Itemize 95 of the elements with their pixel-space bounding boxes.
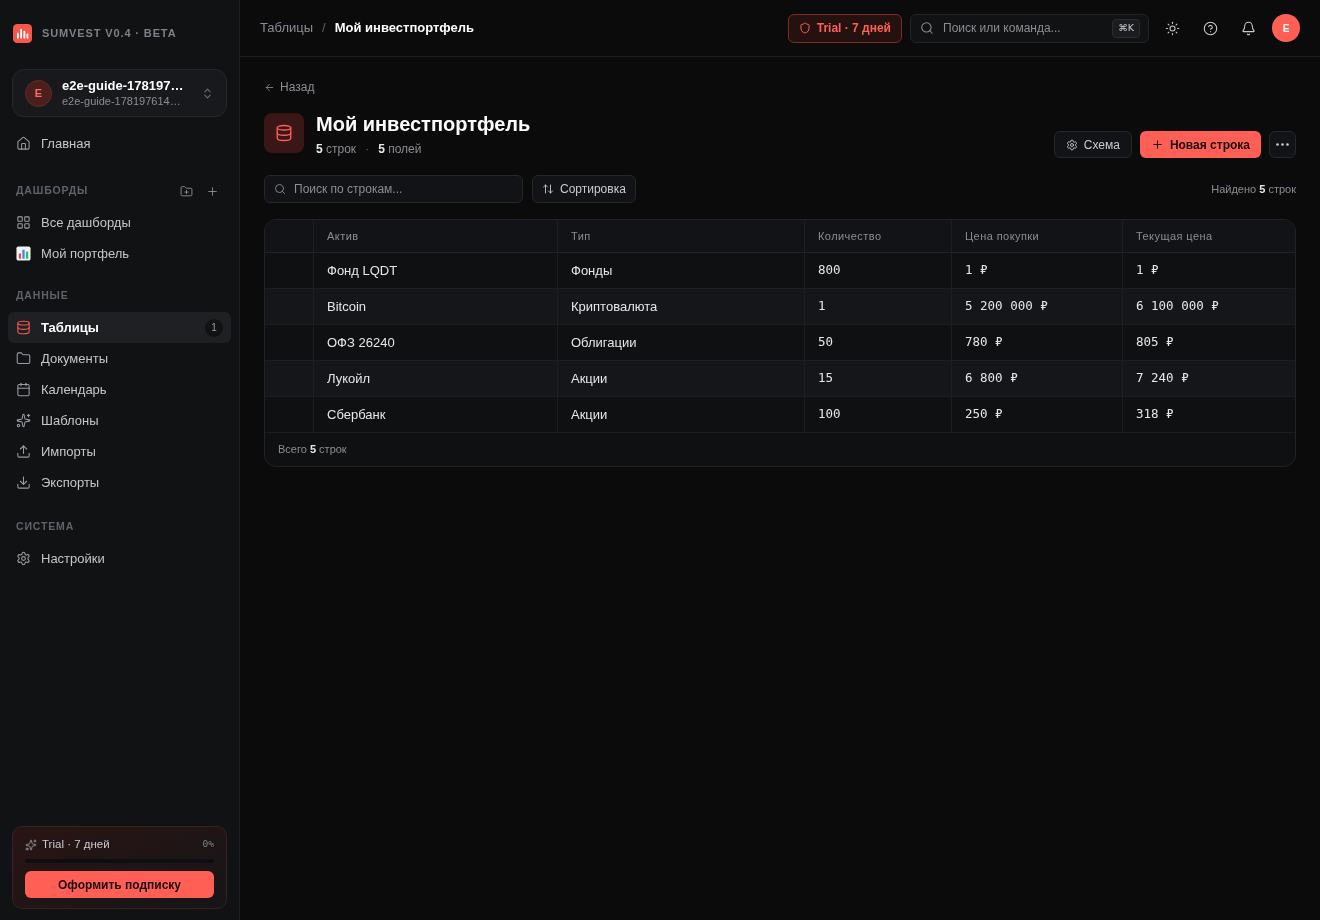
download-icon (16, 475, 31, 490)
table-cell: 6 100 000 ₽ (1136, 297, 1219, 316)
table-cell-text: Лукойл (327, 369, 371, 388)
row-search-field[interactable]: Поиск по строкам... (264, 175, 523, 203)
table-cell: 1 ₽ (965, 261, 988, 280)
table-cell-text: Акции (571, 405, 608, 424)
table-cell-text: Криптовалюта (571, 297, 658, 316)
table-cell-text: Фонд LQDT (327, 261, 398, 280)
sidebar-item[interactable]: Главная (8, 128, 231, 159)
grid-icon (16, 215, 31, 230)
calendar-icon (16, 382, 31, 397)
subscribe-button[interactable]: Оформить подписку (25, 871, 214, 898)
trial-percent: 0% (202, 837, 214, 852)
found-count: Найдено 5 строк (1211, 181, 1296, 197)
column-header: Тип (571, 228, 591, 244)
section-title: ДАШБОРДЫ (16, 183, 89, 199)
column-header: Текущая цена (1136, 228, 1213, 244)
column-header: Цена покупки (965, 228, 1040, 244)
arrow-left-icon (264, 81, 275, 93)
app-title: SUMVEST V0.4 · BETA (42, 26, 177, 42)
table-cell-text: Облигации (571, 333, 637, 352)
sparkles-icon (25, 838, 37, 851)
more-icon (1276, 143, 1289, 146)
sidebar-item[interactable]: Все дашборды (8, 207, 231, 238)
table-cell: 805 ₽ (1136, 333, 1174, 352)
back-link[interactable]: Назад (264, 79, 315, 95)
breadcrumb-current: Мой инвестпортфель (334, 19, 475, 38)
sun-icon (1164, 20, 1180, 36)
page-title: Мой инвестпортфель (316, 113, 531, 135)
table-cell: 5 200 000 ₽ (965, 297, 1048, 316)
table-cell: 6 800 ₽ (965, 369, 1018, 388)
plus-icon (205, 184, 219, 198)
sparkles-icon (16, 413, 31, 428)
database-icon (264, 113, 304, 153)
sidebar-item[interactable]: Мой портфель (8, 238, 231, 269)
gear-icon (1065, 138, 1078, 151)
folder-plus-icon (179, 184, 193, 198)
count-badge: 1 (205, 318, 223, 337)
sort-button[interactable]: Сортировка (532, 175, 636, 203)
chevrons-icon (201, 86, 214, 100)
sidebar-item[interactable]: Экспорты (8, 467, 231, 498)
table-cell-text: Акции (571, 369, 608, 388)
table-cell: 100 (818, 405, 841, 424)
bell-icon (1240, 20, 1256, 36)
table-cell: 15 (818, 369, 834, 388)
stat-text: 5 строк (316, 141, 357, 157)
table-cell-text: Фонды (571, 261, 613, 280)
settings-icon (16, 551, 31, 566)
section-title: СИСТЕМА (16, 519, 75, 535)
account-card[interactable]: E e2e-guide-178197… e2e-guide-178197614… (12, 69, 227, 117)
sidebar-item[interactable]: Документы (8, 343, 231, 374)
search-icon (920, 21, 934, 35)
upload-icon (16, 444, 31, 459)
table-cell: 50 (818, 333, 834, 352)
table-cell-text: ОФЗ 26240 (327, 333, 395, 352)
table-footer-text: Всего 5 строк (278, 442, 347, 458)
sidebar-item[interactable]: Настройки (8, 543, 231, 574)
sidebar-item[interactable]: Шаблоны (8, 405, 231, 436)
shield-icon (798, 22, 811, 34)
table-cell-text: Сбербанк (327, 405, 386, 424)
table-cell: 780 ₽ (965, 333, 1003, 352)
plus-icon (1150, 138, 1164, 151)
account-name: e2e-guide-178197… (62, 78, 184, 94)
schema-button[interactable]: Схема (1053, 131, 1132, 158)
avatar: E (25, 79, 52, 107)
table-cell: 7 240 ₽ (1136, 369, 1189, 388)
trial-label: Trial · 7 дней (42, 836, 110, 852)
sort-icon (542, 183, 554, 195)
sidebar-item[interactable]: Календарь (8, 374, 231, 405)
table-cell-text: Bitcoin (327, 297, 367, 316)
stat-text: 5 полей (378, 141, 422, 157)
table-cell: 1 (818, 297, 826, 316)
help-icon (1202, 20, 1218, 36)
more-button[interactable] (1269, 131, 1296, 158)
table-cell: 318 ₽ (1136, 405, 1174, 424)
section-title: ДАННЫЕ (16, 288, 69, 304)
separator-dot: · (365, 141, 370, 157)
database-icon (16, 320, 31, 335)
table-cell: 250 ₽ (965, 405, 1003, 424)
folder-icon (16, 351, 31, 366)
account-email: e2e-guide-178197614… (62, 94, 182, 108)
search-icon (274, 183, 286, 195)
bar-chart-icon (16, 246, 31, 261)
new-row-button[interactable]: Новая строка (1139, 131, 1261, 158)
breadcrumb-separator: / (322, 19, 326, 38)
trial-badge[interactable]: Trial · 7 дней (787, 13, 902, 43)
column-header: Количество (818, 228, 882, 244)
sidebar-item[interactable]: Таблицы 1 (8, 312, 231, 343)
table-cell: 800 (818, 261, 841, 280)
table-cell: 1 ₽ (1136, 261, 1159, 280)
breadcrumb-link[interactable]: Таблицы (260, 18, 314, 38)
sidebar-item[interactable]: Импорты (8, 436, 231, 467)
column-header: Актив (327, 228, 359, 244)
home-icon (16, 136, 31, 151)
logo-icon (13, 24, 32, 43)
